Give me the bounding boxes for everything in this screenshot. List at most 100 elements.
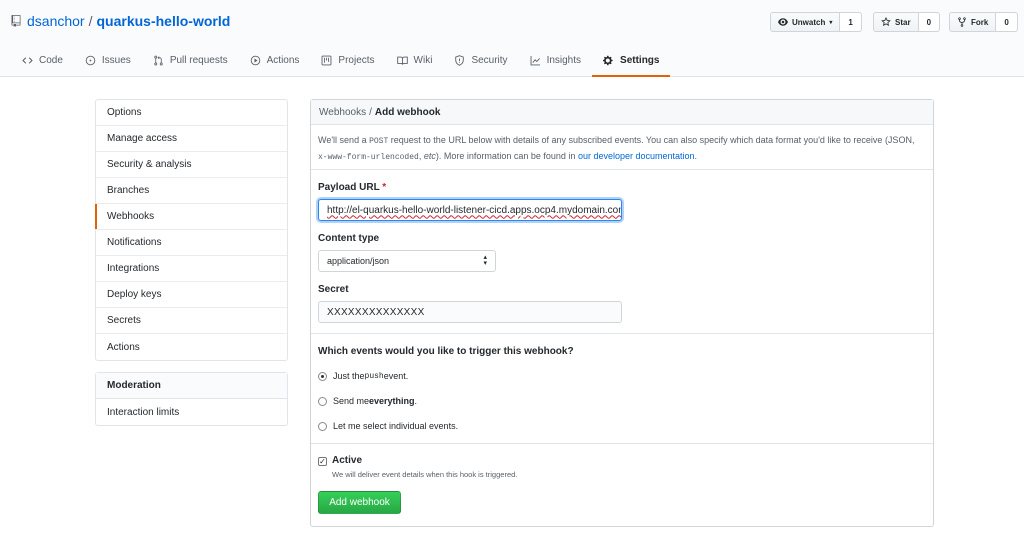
- issue-icon: [85, 55, 96, 65]
- tab-code[interactable]: Code: [11, 45, 74, 77]
- radio-label: .: [414, 396, 418, 406]
- tab-code-label: Code: [39, 54, 63, 66]
- content-type-label: Content type: [318, 233, 380, 244]
- add-webhook-form: Webhooks / Add webhook We'll send a POST…: [310, 99, 934, 527]
- settings-menu: Options Manage access Security & analysi…: [95, 99, 288, 361]
- intro-part: ). More information can be found in: [435, 151, 578, 161]
- unwatch-label: Unwatch: [792, 17, 826, 27]
- sidebar-item-webhooks[interactable]: Webhooks: [95, 204, 287, 230]
- moderation-menu: Moderation Interaction limits: [95, 372, 288, 426]
- sidebar-item-secrets[interactable]: Secrets: [96, 308, 287, 334]
- push-code: push: [364, 371, 384, 381]
- repo-nav: Code Issues Pull requests Actions Projec…: [11, 45, 671, 77]
- tab-insights[interactable]: Insights: [519, 45, 592, 77]
- tab-wiki[interactable]: Wiki: [386, 45, 444, 77]
- event-push-radio[interactable]: Just the push event.: [318, 371, 408, 381]
- intro-part: request to the URL below with details of…: [388, 135, 915, 145]
- tab-settings-label: Settings: [620, 54, 660, 66]
- tab-pull-requests[interactable]: Pull requests: [142, 45, 239, 77]
- watch-count[interactable]: 1: [840, 12, 862, 32]
- radio-label: Send me: [333, 396, 370, 406]
- content-type-select[interactable]: application/json ▴ ▾: [318, 250, 496, 272]
- page-title: Add webhook: [374, 106, 441, 118]
- secret-label: Secret: [318, 284, 349, 295]
- events-heading: Which events would you like to trigger t…: [318, 346, 574, 357]
- intro-text: We'll send a POST request to the URL bel…: [311, 125, 933, 170]
- radio-button[interactable]: [318, 396, 327, 406]
- repo-header: dsanchor / quarkus-hello-world Unwatch ▾…: [0, 0, 1024, 77]
- radio-label-bold: everything: [369, 396, 415, 406]
- sidebar-item-branches[interactable]: Branches: [96, 178, 287, 204]
- breadcrumb: Webhooks / Add webhook: [311, 100, 933, 125]
- repo-separator: /: [88, 13, 93, 29]
- secret-input[interactable]: XXXXXXXXXXXXXX: [318, 301, 622, 323]
- payload-url-value: http://el-quarkus-hello-world-listener-c…: [327, 204, 622, 216]
- radio-button[interactable]: [318, 371, 327, 381]
- breadcrumb-separator: /: [369, 106, 372, 118]
- radio-label: Let me select individual events.: [333, 421, 459, 431]
- tab-actions-label: Actions: [266, 54, 300, 66]
- tab-issues[interactable]: Issues: [74, 45, 142, 77]
- dropdown-caret-icon: ▾: [829, 19, 833, 26]
- pull-request-icon: [154, 55, 163, 65]
- sidebar-item-integrations[interactable]: Integrations: [96, 256, 287, 282]
- divider: [311, 333, 933, 334]
- repo-icon: [11, 15, 21, 27]
- event-everything-radio[interactable]: Send me everything.: [318, 396, 417, 406]
- content-type-value: application/json: [327, 256, 390, 266]
- payload-url-label: Payload URL *: [318, 182, 386, 193]
- required-mark: *: [382, 182, 387, 193]
- intro-form-code: x-www-form-urlencoded: [318, 153, 419, 162]
- sidebar-item-options[interactable]: Options: [96, 100, 287, 126]
- sidebar-item-actions[interactable]: Actions: [96, 334, 287, 360]
- graph-icon: [530, 55, 540, 65]
- repo-owner-link[interactable]: dsanchor: [27, 13, 85, 29]
- tab-issues-label: Issues: [101, 54, 131, 66]
- sidebar-item-security-analysis[interactable]: Security & analysis: [96, 152, 287, 178]
- fork-label: Fork: [971, 17, 989, 27]
- intro-part: We'll send a: [318, 135, 370, 145]
- project-icon: [322, 55, 332, 65]
- sidebar-item-interaction-limits[interactable]: Interaction limits: [96, 399, 287, 425]
- add-webhook-button[interactable]: Add webhook: [318, 491, 401, 514]
- developer-docs-link[interactable]: our developer documentation: [578, 151, 695, 161]
- select-arrows-icon: ▴ ▾: [483, 254, 487, 267]
- sidebar-item-manage-access[interactable]: Manage access: [96, 126, 287, 152]
- event-individual-radio[interactable]: Let me select individual events.: [318, 421, 458, 431]
- check-icon: ✓: [319, 456, 326, 466]
- radio-button[interactable]: [318, 421, 327, 431]
- tab-projects[interactable]: Projects: [310, 45, 385, 77]
- star-icon: [881, 17, 891, 27]
- shield-icon: [455, 54, 465, 66]
- star-count[interactable]: 0: [918, 12, 941, 32]
- radio-label: Just the: [333, 371, 365, 381]
- breadcrumb-webhooks-link[interactable]: Webhooks: [319, 107, 366, 118]
- sidebar-item-deploy-keys[interactable]: Deploy keys: [96, 282, 287, 308]
- tab-pull-requests-label: Pull requests: [169, 54, 228, 66]
- tab-settings[interactable]: Settings: [592, 45, 671, 77]
- repo-name-link[interactable]: quarkus-hello-world: [96, 13, 230, 29]
- tab-security[interactable]: Security: [443, 45, 518, 77]
- intro-etc: etc: [423, 151, 436, 161]
- tab-insights-label: Insights: [546, 54, 582, 66]
- star-button[interactable]: Star: [873, 12, 919, 32]
- fork-count[interactable]: 0: [996, 12, 1018, 32]
- eye-icon: [778, 18, 788, 26]
- unwatch-button[interactable]: Unwatch ▾: [770, 12, 841, 32]
- active-label: Active: [332, 455, 363, 466]
- active-checkbox[interactable]: ✓: [318, 457, 327, 466]
- fork-button[interactable]: Fork: [949, 12, 997, 32]
- secret-value: XXXXXXXXXXXXXX: [327, 306, 425, 318]
- tab-actions[interactable]: Actions: [239, 45, 311, 77]
- watch-group: Unwatch ▾ 1: [770, 12, 862, 32]
- fork-group: Fork 0: [949, 12, 1018, 32]
- intro-part: .: [694, 151, 698, 161]
- radio-label: event.: [383, 371, 409, 381]
- tab-wiki-label: Wiki: [413, 54, 433, 66]
- sidebar-item-notifications[interactable]: Notifications: [96, 230, 287, 256]
- gear-icon: [603, 55, 613, 65]
- repo-title: dsanchor / quarkus-hello-world: [11, 13, 230, 29]
- payload-url-label-text: Payload URL: [318, 182, 380, 193]
- tab-security-label: Security: [471, 54, 508, 66]
- payload-url-input[interactable]: http://el-quarkus-hello-world-listener-c…: [318, 199, 622, 221]
